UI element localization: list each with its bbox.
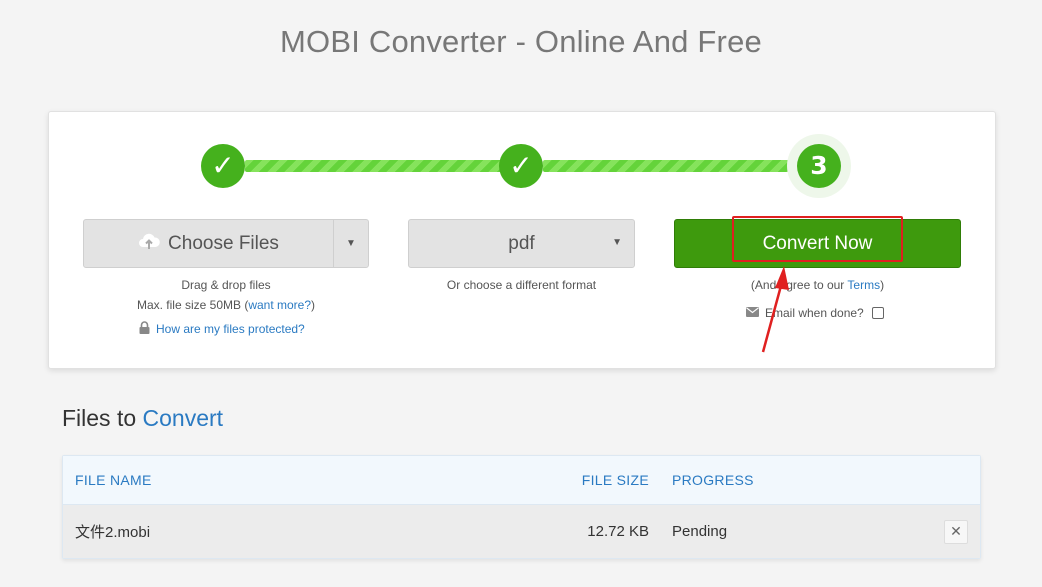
progress-track-1 <box>245 160 505 172</box>
files-protected-link[interactable]: How are my files protected? <box>139 321 305 337</box>
choose-files-button[interactable]: Choose Files <box>84 220 334 267</box>
max-size-hint: Max. file size 50MB (want more?) <box>83 298 369 312</box>
mail-icon <box>746 306 759 320</box>
chevron-down-icon: ▼ <box>612 237 622 248</box>
format-selected-value: pdf <box>508 232 535 254</box>
email-when-done-label: Email when done? <box>765 306 864 320</box>
email-when-done-row: Email when done? <box>746 306 884 320</box>
files-heading-accent: Convert <box>142 405 224 431</box>
terms-agreement: (And agree to our Terms) <box>674 278 961 292</box>
choose-files-label: Choose Files <box>168 232 279 254</box>
file-size-cell: 12.72 KB <box>587 523 649 540</box>
agree-prefix: (And agree to our <box>750 278 848 292</box>
max-size-text: Max. file size 50MB ( <box>136 298 249 312</box>
step-3-indicator: 3 <box>797 144 841 188</box>
page-title: MOBI Converter - Online And Free <box>280 24 762 59</box>
annotation-highlight-box <box>732 216 903 262</box>
choose-files-group: Choose Files ▼ <box>83 219 369 268</box>
agree-suffix: ) <box>880 278 885 292</box>
col-progress: PROGRESS <box>672 472 754 488</box>
format-select[interactable]: pdf ▼ <box>408 219 635 268</box>
col-file-size: FILE SIZE <box>581 472 649 488</box>
table-row: 文件2.mobi 12.72 KB Pending ✕ <box>63 505 980 558</box>
actions-cell: ✕ <box>939 519 980 544</box>
table-header: FILE NAME FILE SIZE PROGRESS <box>63 456 980 505</box>
email-when-done-checkbox[interactable] <box>871 307 884 319</box>
remove-file-close-icon[interactable]: ✕ <box>944 519 968 544</box>
cloud-upload-icon <box>138 232 160 256</box>
want-more-link[interactable]: want more? <box>248 298 311 312</box>
files-heading-prefix: Files to <box>62 405 143 431</box>
lock-icon <box>139 321 150 337</box>
terms-link[interactable]: Terms <box>847 278 880 292</box>
drag-drop-hint: Drag & drop files <box>181 278 271 292</box>
files-table: FILE NAME FILE SIZE PROGRESS 文件2.mobi 12… <box>62 455 981 559</box>
step-2-done-icon: ✓ <box>499 144 543 188</box>
col-file-name: FILE NAME <box>75 472 152 488</box>
step-1-done-icon: ✓ <box>201 144 245 188</box>
format-hint: Or choose a different format <box>446 278 597 292</box>
progress-cell: Pending <box>672 523 728 540</box>
file-name-cell: 文件2.mobi <box>75 524 151 541</box>
max-size-close: ) <box>311 298 316 312</box>
chevron-down-icon[interactable]: ▼ <box>334 220 368 267</box>
progress-track-2 <box>543 160 803 172</box>
files-to-convert-heading: Files to Convert <box>62 405 223 432</box>
files-protected-label: How are my files protected? <box>156 322 305 336</box>
